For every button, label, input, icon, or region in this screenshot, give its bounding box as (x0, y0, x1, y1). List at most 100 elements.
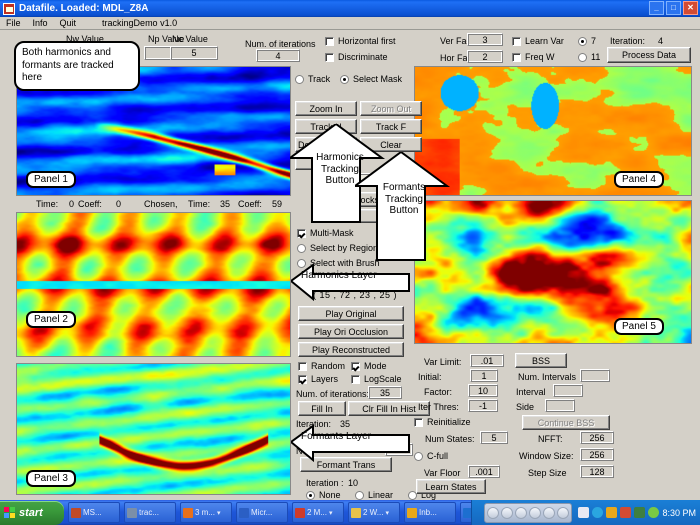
checkbox-box (351, 361, 360, 371)
nc-value-input[interactable]: 5 (170, 46, 218, 60)
learn-states-button[interactable]: Learn States (416, 479, 486, 494)
network-tray-icon[interactable] (592, 507, 604, 518)
multi-mask-checkbox[interactable]: Multi-Mask (297, 228, 354, 238)
nfft-input[interactable]: 256 (580, 431, 614, 444)
horizontal-first-checkbox[interactable]: Horizontal first (325, 36, 396, 46)
taskbar-item-icon (239, 507, 249, 518)
taskbar-item[interactable]: trac... (124, 502, 176, 523)
factor-input[interactable]: 10 (468, 384, 498, 397)
num-states-input[interactable]: 5 (480, 431, 508, 444)
num-iterations-input[interactable]: 4 (256, 49, 300, 62)
taskbar-clock[interactable]: 8:30 PM (662, 508, 696, 518)
process-data-button[interactable]: Process Data (607, 47, 691, 63)
play-reconstructed-button[interactable]: Play Reconstructed (298, 342, 404, 357)
menu-item-file[interactable]: File (0, 18, 27, 28)
center-num-iterations-input[interactable]: 35 (368, 386, 402, 399)
media-player-toolbar[interactable] (484, 502, 573, 523)
layers-checkbox[interactable]: Layers (298, 374, 338, 384)
interval-input[interactable] (553, 384, 583, 397)
bss-button[interactable]: BSS (515, 353, 567, 368)
discriminate-checkbox[interactable]: Discriminate (325, 52, 388, 62)
checkbox-box (298, 374, 307, 384)
var-floor-input[interactable]: .001 (468, 465, 500, 478)
continue-bss-button[interactable]: Continue BSS (522, 415, 610, 430)
windows-taskbar: start MS... trac... 3 m... ▾ Micr... 2 M... ▾ 2… (0, 500, 700, 525)
panel-2-canvas[interactable] (17, 213, 290, 356)
num-intervals-input[interactable] (580, 369, 610, 382)
full-radio[interactable]: C-full (414, 451, 448, 461)
freq-w-checkbox[interactable]: Freq W (512, 52, 555, 62)
menu-item-info[interactable]: Info (27, 18, 54, 28)
people-tray-icon[interactable] (634, 507, 646, 518)
taskbar-item[interactable]: MS... (68, 502, 120, 523)
random-checkbox[interactable]: Random (298, 361, 345, 371)
checkbox-box (351, 374, 360, 384)
media-next-icon[interactable] (543, 506, 556, 519)
num-states-label: Num States: (425, 434, 475, 444)
messenger-tray-icon[interactable] (606, 507, 618, 518)
taskbar-item-icon (127, 507, 137, 518)
updates-tray-icon[interactable] (648, 507, 660, 518)
antivirus-tray-icon[interactable] (620, 507, 632, 518)
none-radio[interactable]: None (306, 490, 341, 500)
formants-layer-label: Formants Layer (301, 431, 372, 442)
order-7-radio[interactable]: 7 (578, 36, 596, 46)
pencil-tray-icon[interactable] (578, 507, 590, 518)
side-input[interactable] (545, 399, 575, 412)
panel-4-badge: Panel 4 (614, 171, 664, 188)
taskbar-item[interactable]: 3 m... ▾ (180, 502, 232, 523)
order-11-radio[interactable]: 11 (578, 52, 600, 62)
taskbar-item-chevron-icon[interactable]: ▾ (329, 509, 333, 517)
media-prev-icon[interactable] (529, 506, 542, 519)
zoom-out-button[interactable]: Zoom Out (360, 101, 422, 116)
ver-factor-input[interactable]: 3 (467, 33, 503, 46)
mode-checkbox[interactable]: Mode (351, 361, 387, 371)
app-version-label: trackingDemo v1.0 (102, 18, 178, 28)
log-scale-checkbox[interactable]: LogScale (351, 374, 402, 384)
maximize-button[interactable]: □ (666, 1, 681, 15)
panel-2-spectrogram[interactable] (16, 212, 291, 357)
taskbar-item-chevron-icon[interactable]: ▾ (217, 509, 221, 517)
taskbar-item[interactable]: Inb... (404, 502, 456, 523)
var-limit-input[interactable]: .01 (470, 354, 504, 367)
num-iterations-label: Num. of iterations (245, 39, 316, 49)
select-mask-radio[interactable]: Select Mask (340, 74, 402, 84)
window-size-input[interactable]: 256 (580, 448, 614, 461)
taskbar-item-label: Inb... (419, 508, 437, 517)
taskbar-item[interactable]: Micr... (236, 502, 288, 523)
fill-in-button[interactable]: Fill In (298, 401, 346, 416)
step-size-input[interactable]: 128 (580, 465, 614, 478)
time-value: 0 (69, 199, 75, 209)
close-button[interactable]: ✕ (683, 1, 698, 15)
taskbar-item[interactable]: 2 M... ▾ (292, 502, 344, 523)
track-label: Track (308, 74, 331, 84)
iter-thres-input[interactable]: -1 (468, 399, 498, 412)
media-stop-icon[interactable] (515, 506, 528, 519)
interval-label: Interval (516, 387, 546, 397)
start-button[interactable]: start (0, 500, 64, 525)
track-radio[interactable]: Track (295, 74, 330, 84)
window-size-label: Window Size: (519, 451, 574, 461)
play-original-button[interactable]: Play Original (298, 306, 404, 321)
reinitialize-checkbox[interactable]: Reinitialize (414, 417, 471, 427)
initial-input[interactable]: 1 (470, 369, 498, 382)
order-11-label: 11 (591, 52, 601, 62)
hor-factor-input[interactable]: 2 (467, 50, 503, 63)
learn-var-checkbox[interactable]: Learn Var (512, 36, 564, 46)
radio-dot (306, 490, 315, 500)
media-pause-icon[interactable] (501, 506, 514, 519)
menu-bar: File Info Quit trackingDemo v1.0 (0, 17, 700, 30)
media-volume-icon[interactable] (557, 506, 570, 519)
multi-mask-label: Multi-Mask (310, 228, 354, 238)
taskbar-item-chevron-icon[interactable]: ▾ (385, 509, 389, 517)
checkbox-box (325, 36, 334, 46)
taskbar-item-label: 3 m... (195, 508, 216, 517)
taskbar-item[interactable]: 2 W... ▾ (348, 502, 400, 523)
play-ori-occlusion-button[interactable]: Play Ori Occlusion (298, 324, 404, 339)
zoom-in-button[interactable]: Zoom In (295, 101, 357, 116)
menu-item-quit[interactable]: Quit (54, 18, 83, 28)
horizontal-first-label: Horizontal first (338, 36, 396, 46)
media-play-icon[interactable] (487, 506, 500, 519)
minimize-button[interactable]: _ (649, 1, 664, 15)
linear-radio[interactable]: Linear (355, 490, 393, 500)
